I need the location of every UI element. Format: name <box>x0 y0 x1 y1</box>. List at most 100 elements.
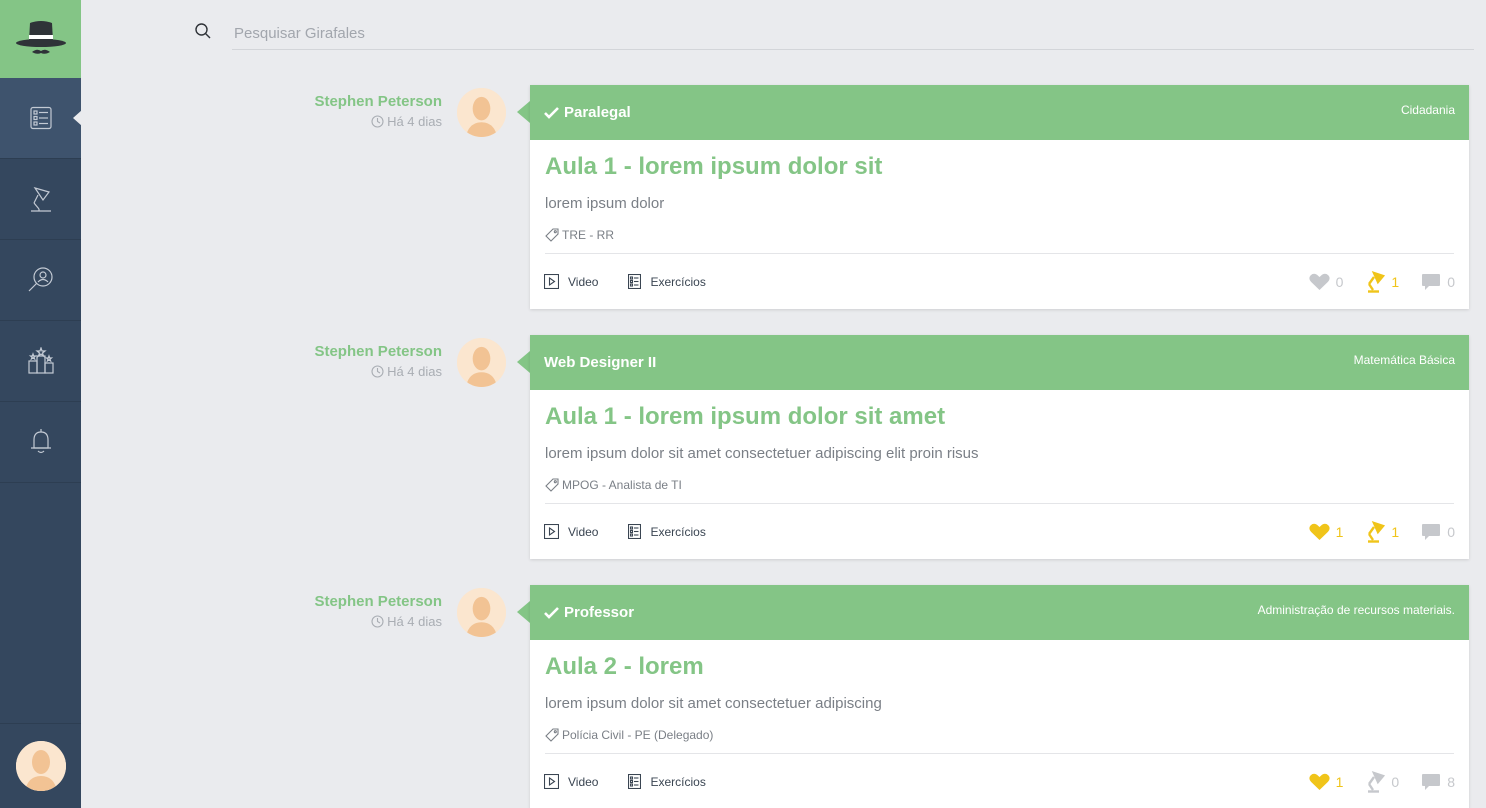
user-avatar-icon <box>15 741 66 791</box>
like-button[interactable]: 0 <box>1309 271 1344 293</box>
nav-item-notifications[interactable] <box>0 402 81 483</box>
lamp-icon <box>1368 770 1386 793</box>
post-author: Stephen Peterson Há 4 dias <box>240 93 442 133</box>
channel-name: Paralegal <box>564 104 631 121</box>
author-avatar[interactable] <box>457 338 506 387</box>
author-avatar-icon <box>457 338 506 387</box>
lamp-button[interactable]: 0 <box>1365 770 1400 793</box>
lesson-tag[interactable]: Polícia Civil - PE (Delegado) <box>545 728 1454 742</box>
comment-count: 0 <box>1447 523 1455 540</box>
card-pointer <box>517 101 530 123</box>
nav-item-ranking[interactable] <box>0 321 81 402</box>
tag-icon <box>545 728 559 742</box>
card-pointer <box>517 351 530 373</box>
subject-category: Matemática Básica <box>1353 353 1455 367</box>
comment-button[interactable]: 8 <box>1421 771 1455 793</box>
author-avatar[interactable] <box>457 88 506 137</box>
post-time-label: Há 4 dias <box>387 614 442 629</box>
card-footer: Video Exercícios 1 0 8 <box>530 754 1469 808</box>
video-link[interactable]: Video <box>544 524 598 539</box>
subject-category: Cidadania <box>1400 103 1455 117</box>
exercises-icon <box>628 774 642 789</box>
bell-icon <box>30 429 51 454</box>
card-body: Aula 2 - lorem lorem ipsum dolor sit ame… <box>530 640 1469 754</box>
lesson-tag[interactable]: MPOG - Analista de TI <box>545 478 1454 492</box>
check-icon <box>544 607 559 619</box>
like-count: 1 <box>1335 773 1344 790</box>
exercises-icon <box>628 524 642 539</box>
clock-icon <box>371 365 384 378</box>
video-label: Video <box>568 274 599 289</box>
heart-icon <box>1309 773 1330 790</box>
app-logo[interactable] <box>0 0 81 78</box>
video-link[interactable]: Video <box>544 274 598 289</box>
post-time: Há 4 dias <box>371 364 442 379</box>
like-count: 0 <box>1335 273 1344 290</box>
lesson-tag-label: Polícia Civil - PE (Delegado) <box>562 728 714 742</box>
comment-icon <box>1422 273 1441 290</box>
nav-item-feed[interactable] <box>0 78 82 159</box>
exercises-icon <box>628 274 642 289</box>
channel-title[interactable]: Paralegal <box>544 85 631 140</box>
lesson-card: Web Designer II Matemática Básica Aula 1… <box>530 335 1469 559</box>
post-time: Há 4 dias <box>371 614 442 629</box>
exercises-link[interactable]: Exercícios <box>628 274 706 289</box>
exercises-link[interactable]: Exercícios <box>628 774 706 789</box>
lamp-icon <box>1368 520 1386 543</box>
like-button[interactable]: 1 <box>1309 521 1343 543</box>
lesson-title[interactable]: Aula 2 - lorem <box>545 652 1454 682</box>
lesson-description: lorem ipsum dolor sit amet consectetuer … <box>545 445 979 462</box>
lesson-card: Paralegal Cidadania Aula 1 - lorem ipsum… <box>530 85 1469 309</box>
card-header: Web Designer II Matemática Básica <box>530 335 1469 390</box>
author-avatar-icon <box>457 588 506 637</box>
channel-title[interactable]: Web Designer II <box>544 335 656 390</box>
lamp-icon <box>1368 270 1386 293</box>
subject-category: Administração de recursos materiais. <box>1257 603 1455 617</box>
comment-button[interactable]: 0 <box>1421 521 1455 543</box>
lesson-title[interactable]: Aula 1 - lorem ipsum dolor sit <box>545 152 1454 182</box>
search-user-icon <box>28 267 53 292</box>
comment-count: 0 <box>1447 273 1455 290</box>
ranking-podium-icon <box>27 347 54 374</box>
channel-name: Professor <box>564 604 635 621</box>
nav-item-lessons[interactable] <box>0 159 81 240</box>
search-input[interactable] <box>232 18 1474 50</box>
user-menu[interactable] <box>0 723 81 808</box>
lesson-tag[interactable]: TRE - RR <box>545 228 1454 242</box>
lamp-button[interactable]: 1 <box>1365 270 1400 293</box>
lesson-title[interactable]: Aula 1 - lorem ipsum dolor sit amet <box>545 402 1454 432</box>
comment-icon <box>1422 523 1441 540</box>
channel-name: Web Designer II <box>544 354 657 371</box>
exercises-link[interactable]: Exercícios <box>628 524 706 539</box>
nav-item-search-teachers[interactable] <box>0 240 81 321</box>
lamp-button[interactable]: 1 <box>1365 520 1400 543</box>
tag-icon <box>545 228 559 242</box>
video-link[interactable]: Video <box>544 774 598 789</box>
clock-icon <box>371 615 384 628</box>
lamp-count: 1 <box>1391 273 1400 290</box>
author-name[interactable]: Stephen Peterson <box>240 93 442 110</box>
author-name[interactable]: Stephen Peterson <box>240 593 442 610</box>
lamp-count: 0 <box>1391 773 1400 790</box>
post-author: Stephen Peterson Há 4 dias <box>240 343 442 383</box>
video-icon <box>544 274 559 289</box>
lesson-tag-label: MPOG - Analista de TI <box>562 478 682 492</box>
lesson-card: Professor Administração de recursos mate… <box>530 585 1469 808</box>
lesson-tag-label: TRE - RR <box>562 228 614 242</box>
author-avatar[interactable] <box>457 588 506 637</box>
card-header: Professor Administração de recursos mate… <box>530 585 1469 640</box>
author-name[interactable]: Stephen Peterson <box>240 343 442 360</box>
lamp-count: 1 <box>1391 523 1400 540</box>
video-icon <box>544 524 559 539</box>
heart-icon <box>1309 273 1330 290</box>
user-avatar[interactable] <box>15 741 66 791</box>
spy-hat-icon <box>15 21 66 54</box>
video-label: Video <box>568 524 599 539</box>
comment-button[interactable]: 0 <box>1421 271 1455 293</box>
search-icon[interactable] <box>194 22 212 40</box>
post-time: Há 4 dias <box>371 114 442 129</box>
like-button[interactable]: 1 <box>1309 771 1344 793</box>
channel-title[interactable]: Professor <box>544 585 634 640</box>
card-footer: Video Exercícios 0 1 0 <box>530 254 1469 309</box>
search-bar <box>194 18 1474 51</box>
